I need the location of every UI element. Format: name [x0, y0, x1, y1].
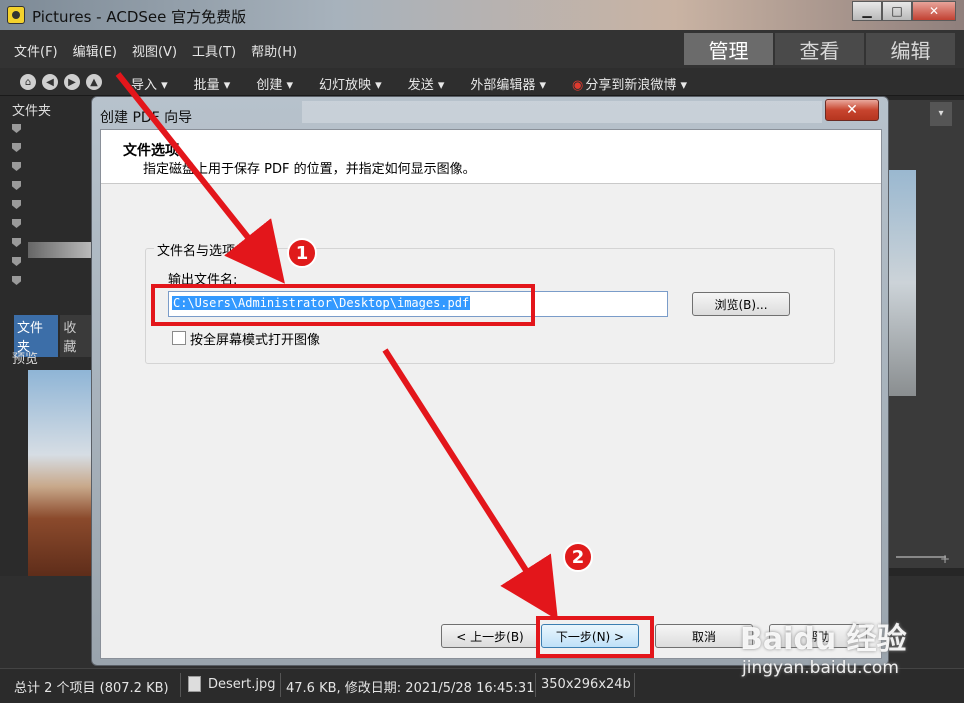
folder-node-icon[interactable] — [12, 276, 21, 285]
zoom-plus-icon[interactable]: + — [940, 552, 950, 566]
step-badge-1: 1 — [287, 238, 317, 268]
mode-switcher: 管理 查看 编辑 — [684, 33, 955, 65]
browse-button[interactable]: 浏览(B)... — [692, 292, 790, 316]
preview-title: 预览 — [12, 352, 39, 367]
batch-menu[interactable]: 批量 ▾ — [194, 74, 231, 93]
menu-bar: 文件(F) 编辑(E) 视图(V) 工具(T) 帮助(H) 管理 查看 编辑 — [0, 30, 964, 68]
folder-node-icon[interactable] — [12, 181, 21, 190]
menu-help[interactable]: 帮助(H) — [251, 41, 297, 60]
main-toolbar: ⌂ ◀ ▶ ▲ 导入 ▾ 批量 ▾ 创建 ▾ 幻灯放映 ▾ 发送 ▾ 外部编辑器… — [0, 68, 964, 96]
status-divider — [634, 673, 635, 697]
maximize-button[interactable]: □ — [882, 1, 912, 21]
folder-node-icon[interactable] — [12, 257, 21, 266]
toolbar-items: 导入 ▾ 批量 ▾ 创建 ▾ 幻灯放映 ▾ 发送 ▾ 外部编辑器 ▾ ◉ 分享到新… — [131, 74, 687, 93]
dialog-title-background — [302, 101, 822, 123]
mode-edit-tab[interactable]: 编辑 — [866, 33, 955, 65]
window-title: Pictures - ACDSee 官方免费版 — [32, 8, 247, 26]
zoom-slider[interactable] — [896, 556, 946, 562]
watermark-url: jingyan.baidu.com — [742, 658, 899, 678]
step-badge-2: 2 — [563, 542, 593, 572]
thumbnail-image[interactable] — [888, 170, 916, 396]
preview-image — [28, 370, 92, 582]
title-bar: Pictures - ACDSee 官方免费版 ▁ □ ✕ — [0, 0, 964, 30]
minimize-button[interactable]: ▁ — [852, 1, 882, 21]
folder-node-icon[interactable] — [12, 219, 21, 228]
dialog-header-title: 文件选项 — [123, 143, 179, 159]
weibo-dropdown-icon: ▾ — [680, 78, 688, 93]
dialog-close-button[interactable]: ✕ — [825, 99, 879, 121]
highlight-box-output-field — [151, 284, 535, 326]
forward-icon[interactable]: ▶ — [64, 74, 80, 90]
nav-buttons: ⌂ ◀ ▶ ▲ — [20, 74, 102, 90]
external-editor-menu[interactable]: 外部编辑器 ▾ — [470, 74, 546, 93]
folder-node-icon[interactable] — [12, 238, 21, 247]
slideshow-menu[interactable]: 幻灯放映 ▾ — [319, 74, 382, 93]
send-menu[interactable]: 发送 ▾ — [408, 74, 445, 93]
mode-manage-tab[interactable]: 管理 — [684, 33, 773, 65]
status-divider — [280, 673, 281, 697]
folder-panel-title: 文件夹 — [12, 104, 52, 119]
folder-node-icon[interactable] — [12, 124, 21, 133]
share-weibo-label: 分享到新浪微博 — [585, 78, 677, 93]
folder-node-icon[interactable] — [12, 143, 21, 152]
back-icon[interactable]: ◀ — [42, 74, 58, 90]
menu-tools[interactable]: 工具(T) — [192, 41, 236, 60]
cancel-button[interactable]: 取消 — [655, 624, 753, 648]
mode-view-tab[interactable]: 查看 — [775, 33, 864, 65]
dialog-header-subtitle: 指定磁盘上用于保存 PDF 的位置，并指定如何显示图像。 — [143, 162, 476, 177]
path-dropdown-icon[interactable]: ▾ — [930, 102, 952, 126]
status-file-name: Desert.jpg — [208, 677, 276, 692]
menu-edit[interactable]: 编辑(E) — [73, 41, 117, 60]
status-dimensions: 350x296x24b — [541, 677, 631, 692]
share-weibo-button[interactable]: ◉ 分享到新浪微博 ▾ — [572, 74, 687, 93]
up-icon[interactable]: ▲ — [86, 74, 102, 90]
folder-tree — [12, 124, 21, 295]
selected-folder-row[interactable] — [28, 242, 92, 258]
fullscreen-checkbox-label: 按全屏幕模式打开图像 — [190, 333, 321, 348]
status-total: 总计 2 个项目 (807.2 KB) — [14, 681, 169, 696]
watermark-brand: Baidu 经验 — [740, 622, 907, 657]
dialog-body: 文件选项 指定磁盘上用于保存 PDF 的位置，并指定如何显示图像。 文件名与选项… — [100, 129, 882, 659]
window-controls: ▁ □ ✕ — [852, 1, 956, 21]
file-icon — [188, 676, 201, 692]
file-list-area: ▾ — [884, 100, 964, 568]
group-title: 文件名与选项 — [154, 240, 239, 259]
acdsee-window: Pictures - ACDSee 官方免费版 ▁ □ ✕ 文件(F) 编辑(E… — [0, 0, 964, 703]
folder-node-icon[interactable] — [12, 162, 21, 171]
status-divider — [180, 673, 181, 697]
create-menu[interactable]: 创建 ▾ — [256, 74, 293, 93]
weibo-icon: ◉ — [572, 78, 584, 93]
import-menu[interactable]: 导入 ▾ — [131, 74, 168, 93]
fullscreen-checkbox[interactable] — [172, 331, 186, 345]
folder-node-icon[interactable] — [12, 200, 21, 209]
close-button[interactable]: ✕ — [912, 1, 956, 21]
create-pdf-wizard-dialog: 创建 PDF 向导 ✕ 文件选项 指定磁盘上用于保存 PDF 的位置，并指定如何… — [91, 96, 889, 666]
status-divider — [535, 673, 536, 697]
tab-favorites[interactable]: 收藏 — [60, 315, 92, 357]
dialog-header: 文件选项 指定磁盘上用于保存 PDF 的位置，并指定如何显示图像。 — [101, 130, 881, 184]
prev-step-button[interactable]: < 上一步(B) — [441, 624, 539, 648]
baidu-watermark: Baidu 经验 jingyan.baidu.com — [740, 600, 930, 690]
menu-file[interactable]: 文件(F) — [14, 41, 58, 60]
highlight-box-next-button — [536, 616, 654, 658]
menu-view[interactable]: 视图(V) — [132, 41, 177, 60]
menu-list: 文件(F) 编辑(E) 视图(V) 工具(T) 帮助(H) — [14, 41, 297, 60]
dialog-title: 创建 PDF 向导 — [100, 110, 193, 126]
home-icon[interactable]: ⌂ — [20, 74, 36, 90]
status-file-info: 47.6 KB, 修改日期: 2021/5/28 16:45:31 — [286, 681, 535, 696]
acdsee-logo-icon — [7, 6, 25, 24]
